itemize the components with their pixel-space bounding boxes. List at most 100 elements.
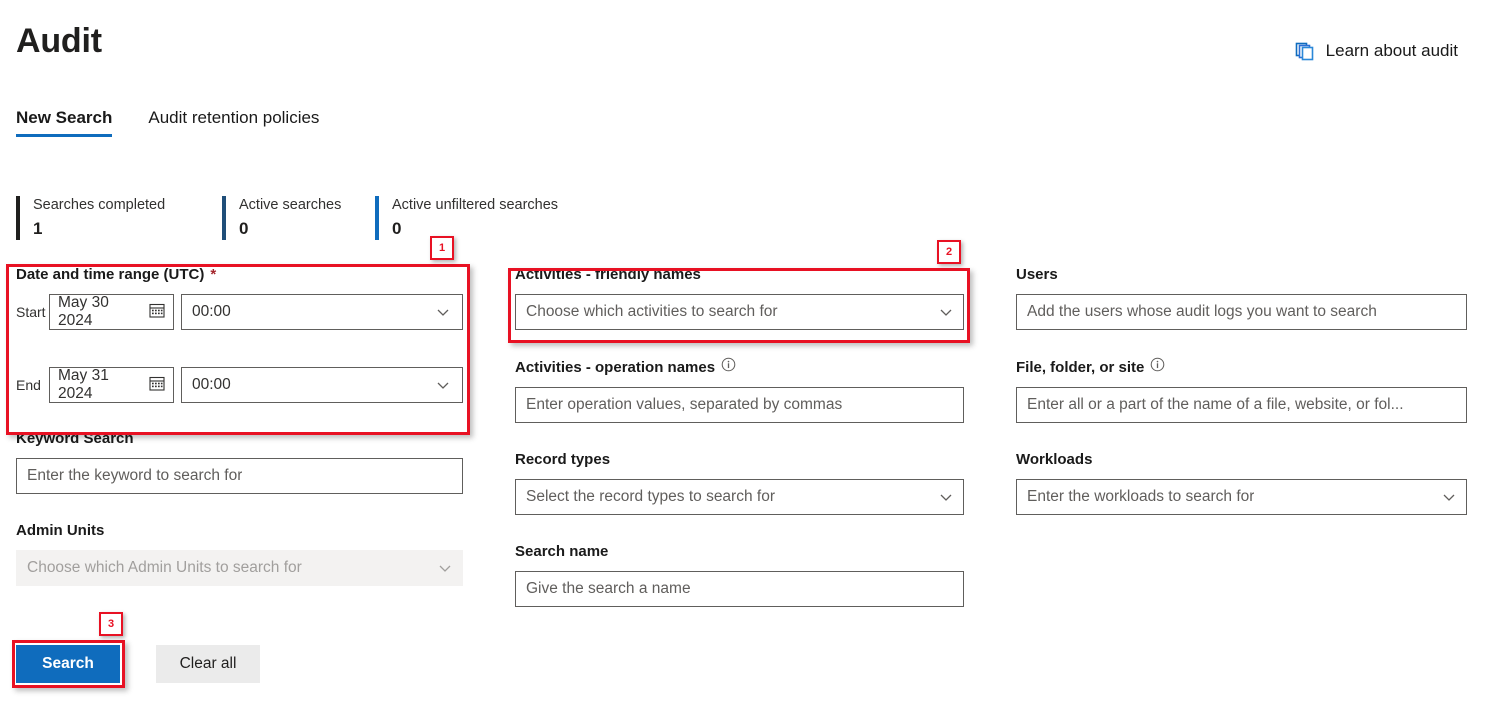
tab-bar: New Search Audit retention policies [16, 108, 319, 137]
stat-searches-completed: Searches completed 1 [16, 196, 222, 240]
action-buttons: Search Clear all [16, 645, 260, 683]
activities-operation-label: Activities - operation names [515, 357, 964, 378]
end-date-picker[interactable]: May 31 2024 [49, 367, 174, 403]
learn-about-audit-link[interactable]: Learn about audit [1295, 41, 1458, 61]
end-time-value: 00:00 [192, 376, 231, 394]
calendar-icon [147, 302, 165, 323]
chevron-down-icon [438, 561, 452, 575]
start-date-value: May 30 2024 [58, 294, 147, 330]
users-input[interactable]: Add the users whose audit logs you want … [1016, 294, 1467, 330]
keyword-search-label: Keyword Search [16, 429, 463, 449]
activities-operation-placeholder: Enter operation values, separated by com… [526, 396, 842, 414]
file-folder-site-label-text: File, folder, or site [1016, 358, 1144, 378]
required-asterisk: * [210, 265, 216, 285]
end-date-value: May 31 2024 [58, 367, 147, 403]
users-label-text: Users [1016, 265, 1058, 285]
field-activities-operation-names: Activities - operation names Enter opera… [515, 357, 964, 423]
field-users: Users Add the users whose audit logs you… [1016, 265, 1467, 330]
stat-label: Searches completed [33, 196, 165, 215]
start-time-select[interactable]: 00:00 [181, 294, 463, 330]
chevron-down-icon [436, 378, 450, 392]
admin-units-label: Admin Units [16, 521, 463, 541]
stat-active-unfiltered-searches: Active unfiltered searches 0 [375, 196, 558, 240]
record-types-placeholder: Select the record types to search for [526, 488, 775, 506]
annotation-marker-3: 3 [99, 612, 123, 636]
date-range-label-text: Date and time range (UTC) [16, 265, 204, 285]
end-label: End [16, 377, 49, 393]
file-folder-site-label: File, folder, or site [1016, 357, 1467, 378]
tab-audit-retention-policies[interactable]: Audit retention policies [148, 108, 319, 137]
chevron-down-icon [939, 305, 953, 319]
workloads-select[interactable]: Enter the workloads to search for [1016, 479, 1467, 515]
stat-label: Active searches [239, 196, 341, 215]
admin-units-select: Choose which Admin Units to search for [16, 550, 463, 586]
tab-new-search-label: New Search [16, 108, 112, 127]
search-name-label-text: Search name [515, 542, 608, 562]
field-file-folder-site: File, folder, or site Enter all or a par… [1016, 357, 1467, 423]
keyword-search-label-text: Keyword Search [16, 429, 134, 449]
field-activities-friendly-names: Activities - friendly names Choose which… [515, 265, 964, 330]
workloads-label: Workloads [1016, 450, 1467, 470]
tab-new-search[interactable]: New Search [16, 108, 112, 137]
chevron-down-icon [939, 490, 953, 504]
activities-friendly-select[interactable]: Choose which activities to search for [515, 294, 964, 330]
learn-about-audit-label: Learn about audit [1326, 41, 1458, 61]
file-folder-site-input[interactable]: Enter all or a part of the name of a fil… [1016, 387, 1467, 423]
record-types-label-text: Record types [515, 450, 610, 470]
stat-value: 0 [392, 218, 558, 240]
form-column-left: Date and time range (UTC) * Start May 30… [16, 265, 463, 607]
activities-operation-input[interactable]: Enter operation values, separated by com… [515, 387, 964, 423]
start-time-value: 00:00 [192, 303, 231, 321]
annotation-marker-2: 2 [937, 240, 961, 264]
stat-value: 0 [239, 218, 341, 240]
field-admin-units: Admin Units Choose which Admin Units to … [16, 521, 463, 586]
form-column-right: Users Add the users whose audit logs you… [1016, 265, 1467, 536]
activities-friendly-placeholder: Choose which activities to search for [526, 303, 778, 321]
field-keyword-search: Keyword Search Enter the keyword to sear… [16, 429, 463, 494]
search-button[interactable]: Search [16, 645, 120, 683]
admin-units-label-text: Admin Units [16, 521, 104, 541]
users-placeholder: Add the users whose audit logs you want … [1027, 303, 1377, 321]
stat-value: 1 [33, 218, 165, 240]
date-range-label: Date and time range (UTC) * [16, 265, 463, 285]
keyword-search-placeholder: Enter the keyword to search for [27, 467, 242, 485]
file-folder-site-placeholder: Enter all or a part of the name of a fil… [1027, 396, 1404, 414]
field-search-name: Search name Give the search a name [515, 542, 964, 607]
date-row-spacer [16, 330, 463, 367]
search-name-label: Search name [515, 542, 964, 562]
start-date-row: Start May 30 2024 [16, 294, 463, 330]
activities-friendly-label-text: Activities - friendly names [515, 265, 701, 285]
activities-operation-label-text: Activities - operation names [515, 358, 715, 378]
activities-friendly-label: Activities - friendly names [515, 265, 964, 285]
stats-strip: Searches completed 1 Active searches 0 A… [16, 196, 558, 240]
chevron-down-icon [1442, 490, 1456, 504]
info-icon[interactable] [721, 357, 736, 378]
field-record-types: Record types Select the record types to … [515, 450, 964, 515]
admin-units-placeholder: Choose which Admin Units to search for [27, 559, 302, 577]
record-types-select[interactable]: Select the record types to search for [515, 479, 964, 515]
end-time-select[interactable]: 00:00 [181, 367, 463, 403]
start-label: Start [16, 304, 49, 320]
field-workloads: Workloads Enter the workloads to search … [1016, 450, 1467, 515]
page-title: Audit [16, 22, 102, 61]
users-label: Users [1016, 265, 1467, 285]
copy-pages-icon [1295, 41, 1315, 61]
search-name-input[interactable]: Give the search a name [515, 571, 964, 607]
audit-page: Audit Learn about audit New Search Audit… [0, 0, 1488, 716]
keyword-search-input[interactable]: Enter the keyword to search for [16, 458, 463, 494]
stat-active-searches: Active searches 0 [222, 196, 375, 240]
chevron-down-icon [436, 305, 450, 319]
start-date-picker[interactable]: May 30 2024 [49, 294, 174, 330]
record-types-label: Record types [515, 450, 964, 470]
tab-audit-retention-policies-label: Audit retention policies [148, 108, 319, 127]
stat-label: Active unfiltered searches [392, 196, 558, 215]
search-name-placeholder: Give the search a name [526, 580, 691, 598]
field-date-time-range: Date and time range (UTC) * Start May 30… [16, 265, 463, 403]
info-icon[interactable] [1150, 357, 1165, 378]
clear-all-button[interactable]: Clear all [156, 645, 260, 683]
workloads-label-text: Workloads [1016, 450, 1092, 470]
workloads-placeholder: Enter the workloads to search for [1027, 488, 1254, 506]
calendar-icon [147, 375, 165, 396]
end-date-row: End May 31 2024 [16, 367, 463, 403]
form-column-middle: Activities - friendly names Choose which… [515, 265, 964, 628]
